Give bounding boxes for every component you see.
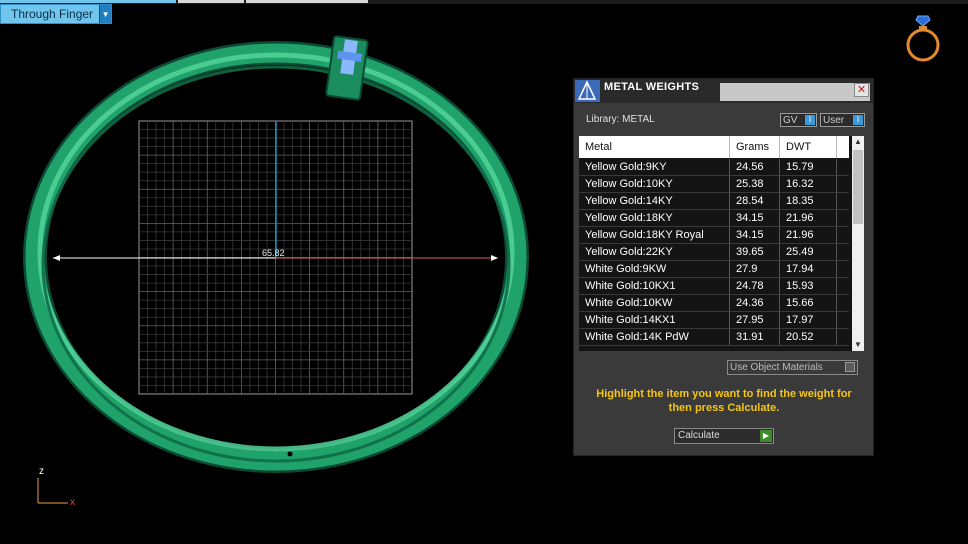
cell-metal: White Gold:9KW (579, 261, 730, 277)
cell-extra (837, 193, 849, 209)
table-row[interactable]: White Gold:10KX1 24.78 15.93 (579, 278, 849, 295)
cell-extra (837, 312, 849, 328)
cell-dwt: 21.96 (780, 227, 837, 243)
cell-grams: 27.9 (730, 261, 780, 277)
cell-extra (837, 227, 849, 243)
use-object-materials-checkbox[interactable]: Use Object Materials (727, 360, 858, 375)
table-row[interactable]: White Gold:14K PdW 31.91 20.52 (579, 329, 849, 346)
table-row[interactable]: White Gold:14KX1 27.95 17.97 (579, 312, 849, 329)
cell-extra (837, 244, 849, 260)
cell-dwt: 17.97 (780, 312, 837, 328)
table-row[interactable]: White Gold:9KW 27.9 17.94 (579, 261, 849, 278)
cell-metal: Yellow Gold:14KY (579, 193, 730, 209)
toggle-indicator-icon: I (805, 115, 815, 125)
cell-grams: 24.56 (730, 159, 780, 175)
cell-grams: 27.95 (730, 312, 780, 328)
axis-z-label: z (39, 466, 44, 477)
table-row[interactable]: Yellow Gold:14KY 28.54 18.35 (579, 193, 849, 210)
cell-dwt: 25.49 (780, 244, 837, 260)
column-header-metal[interactable]: Metal (579, 136, 730, 158)
user-toggle[interactable]: User I (820, 113, 865, 127)
close-icon[interactable]: ✕ (854, 83, 869, 97)
cell-grams: 34.15 (730, 210, 780, 226)
calculate-button[interactable]: Calculate ▶ (674, 428, 774, 444)
chevron-down-icon[interactable]: ▼ (99, 5, 112, 23)
instruction-text: Highlight the item you want to find the … (596, 388, 852, 414)
ring-hole (287, 451, 293, 457)
cell-metal: White Gold:10KW (579, 295, 730, 311)
cell-metal: Yellow Gold:9KY (579, 159, 730, 175)
cell-extra (837, 159, 849, 175)
gv-toggle[interactable]: GV I (780, 113, 817, 127)
cell-grams: 39.65 (730, 244, 780, 260)
view-mode-dropdown[interactable]: Through Finger ▼ (0, 4, 113, 24)
table-row[interactable]: Yellow Gold:22KY 39.65 25.49 (579, 244, 849, 261)
cell-metal: White Gold:14K PdW (579, 329, 730, 345)
cell-dwt: 15.79 (780, 159, 837, 175)
column-header-grams[interactable]: Grams (730, 136, 780, 158)
user-toggle-label: User (823, 114, 845, 126)
metal-table[interactable]: Metal Grams DWT Yellow Gold:9KY 24.56 15.7… (579, 136, 864, 351)
cell-dwt: 15.93 (780, 278, 837, 294)
cell-grams: 24.36 (730, 295, 780, 311)
cell-grams: 25.38 (730, 176, 780, 192)
cell-dwt: 21.96 (780, 210, 837, 226)
column-header-dwt[interactable]: DWT (780, 136, 837, 158)
table-row[interactable]: Yellow Gold:18KY Royal 34.15 21.96 (579, 227, 849, 244)
app-logo-icon (575, 80, 600, 102)
column-header-extra (837, 136, 849, 158)
cell-dwt: 18.35 (780, 193, 837, 209)
cell-extra (837, 295, 849, 311)
cell-dwt: 16.32 (780, 176, 837, 192)
cell-dwt: 17.94 (780, 261, 837, 277)
dialog-title-bar[interactable]: METAL WEIGHTS ✕ (574, 79, 873, 103)
cell-metal: Yellow Gold:22KY (579, 244, 730, 260)
cell-dwt: 15.66 (780, 295, 837, 311)
table-row[interactable]: White Gold:10KW 24.36 15.66 (579, 295, 849, 312)
scroll-up-icon[interactable]: ▲ (852, 136, 864, 148)
cell-extra (837, 278, 849, 294)
dialog-title: METAL WEIGHTS (604, 81, 700, 93)
use-object-materials-label: Use Object Materials (730, 362, 823, 373)
arrow-right-icon (491, 255, 498, 261)
table-body: Yellow Gold:9KY 24.56 15.79 Yellow Gold:10… (579, 159, 849, 346)
cell-metal: Yellow Gold:18KY Royal (579, 227, 730, 243)
cell-grams: 34.15 (730, 227, 780, 243)
play-icon[interactable]: ▶ (760, 430, 772, 442)
cell-metal: White Gold:10KX1 (579, 278, 730, 294)
cell-grams: 31.91 (730, 329, 780, 345)
toggle-indicator-icon: I (853, 115, 863, 125)
cell-extra (837, 329, 849, 345)
cell-dwt: 20.52 (780, 329, 837, 345)
gv-toggle-label: GV (783, 114, 798, 126)
cell-grams: 28.54 (730, 193, 780, 209)
cell-metal: Yellow Gold:10KY (579, 176, 730, 192)
table-scrollbar[interactable]: ▲ ▼ (852, 136, 864, 351)
scroll-down-icon[interactable]: ▼ (852, 339, 864, 351)
cell-extra (837, 176, 849, 192)
cell-metal: White Gold:14KX1 (579, 312, 730, 328)
dimension-label: 65.82 (262, 248, 285, 258)
library-label: Library: METAL (586, 114, 655, 125)
table-row[interactable]: Yellow Gold:18KY 34.15 21.96 (579, 210, 849, 227)
cell-metal: Yellow Gold:18KY (579, 210, 730, 226)
calculate-label: Calculate (678, 430, 720, 441)
view-mode-label: Through Finger (11, 7, 94, 21)
ring-icon[interactable] (902, 14, 944, 64)
cell-extra (837, 261, 849, 277)
checkbox-icon[interactable] (845, 362, 855, 372)
stone-setting[interactable] (325, 35, 369, 101)
cell-extra (837, 210, 849, 226)
table-row[interactable]: Yellow Gold:10KY 25.38 16.32 (579, 176, 849, 193)
scrollbar-thumb[interactable] (853, 150, 863, 224)
title-bar-fill (720, 83, 870, 101)
cell-grams: 24.78 (730, 278, 780, 294)
table-header: Metal Grams DWT (579, 136, 849, 158)
arrow-left-icon (53, 255, 60, 261)
metal-weights-dialog: METAL WEIGHTS ✕ Library: METAL GV I User… (573, 78, 874, 456)
table-row[interactable]: Yellow Gold:9KY 24.56 15.79 (579, 159, 849, 176)
axis-x-label: x (70, 497, 75, 508)
